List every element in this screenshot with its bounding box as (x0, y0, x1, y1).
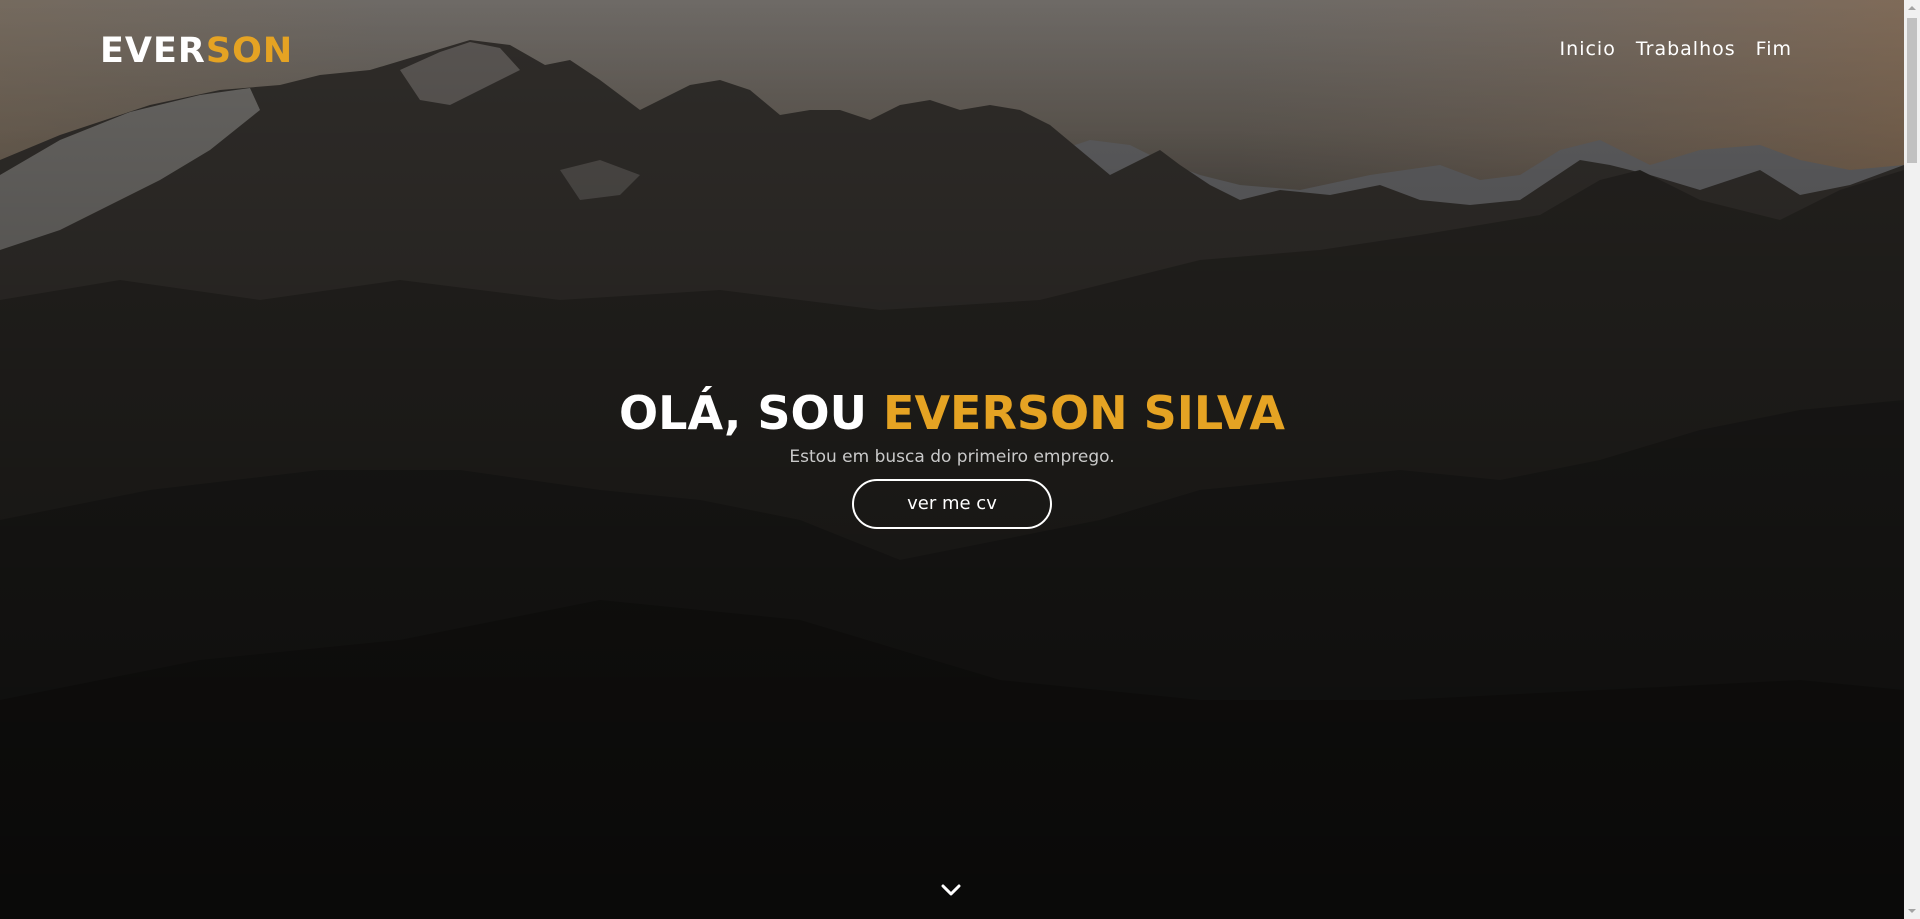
logo-text-primary: EVER (100, 31, 206, 71)
hero-title-name: EVERSON SILVA (883, 386, 1285, 440)
scrollbar-thumb[interactable] (1907, 18, 1917, 163)
hero-title: OLÁ, SOU EVERSON SILVA (0, 383, 1904, 443)
page: EVERSON Inicio Trabalhos Fim OLÁ, SOU EV… (0, 0, 1920, 919)
logo-text-accent: SON (205, 31, 294, 71)
nav-link-fim[interactable]: Fim (1756, 36, 1792, 62)
nav-link-trabalhos[interactable]: Trabalhos (1636, 36, 1736, 62)
main-nav: Inicio Trabalhos Fim (1560, 36, 1792, 62)
hero-section: OLÁ, SOU EVERSON SILVA Estou em busca do… (0, 383, 1904, 529)
hero-title-prefix: OLÁ, SOU (619, 386, 884, 440)
site-logo[interactable]: EVERSON (100, 30, 293, 72)
page-scrollbar[interactable] (1904, 0, 1920, 919)
hero-subtitle: Estou em busca do primeiro emprego. (789, 447, 1115, 467)
nav-link-inicio[interactable]: Inicio (1560, 36, 1616, 62)
scroll-up-arrow-icon[interactable] (1904, 0, 1920, 16)
chevron-down-icon[interactable] (940, 882, 962, 898)
view-cv-button[interactable]: ver me cv (852, 479, 1052, 529)
scroll-down-arrow-icon[interactable] (1904, 903, 1920, 919)
